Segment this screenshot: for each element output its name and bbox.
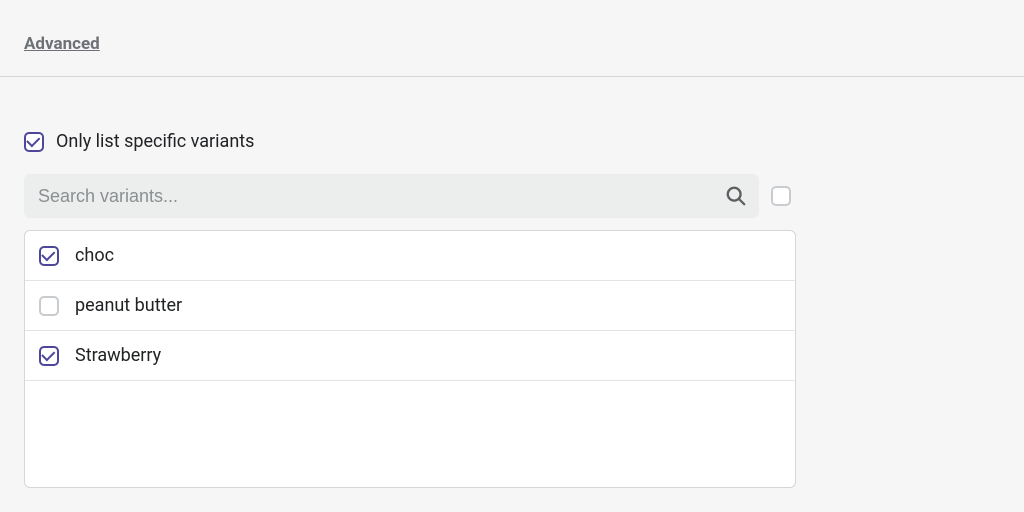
search-input[interactable] — [36, 185, 725, 208]
only-list-row: Only list specific variants — [24, 131, 1000, 152]
advanced-link[interactable]: Advanced — [24, 34, 100, 54]
variant-checkbox[interactable] — [39, 296, 59, 316]
variant-list: choc peanut butter Strawberry — [24, 230, 796, 488]
divider — [0, 76, 1024, 77]
variant-row: Strawberry — [25, 331, 795, 381]
search-box — [24, 174, 759, 218]
search-icon — [725, 185, 747, 207]
variant-name: choc — [75, 245, 114, 266]
only-list-label: Only list specific variants — [56, 131, 254, 152]
variant-name: Strawberry — [75, 345, 161, 366]
check-icon — [41, 347, 55, 361]
variant-row: choc — [25, 231, 795, 281]
variant-name: peanut butter — [75, 295, 182, 316]
variant-checkbox[interactable] — [39, 346, 59, 366]
only-list-checkbox[interactable] — [24, 132, 44, 152]
variant-checkbox[interactable] — [39, 246, 59, 266]
check-icon — [41, 247, 55, 261]
select-all-checkbox[interactable] — [771, 186, 791, 206]
check-icon — [26, 133, 40, 147]
variant-row: peanut butter — [25, 281, 795, 331]
